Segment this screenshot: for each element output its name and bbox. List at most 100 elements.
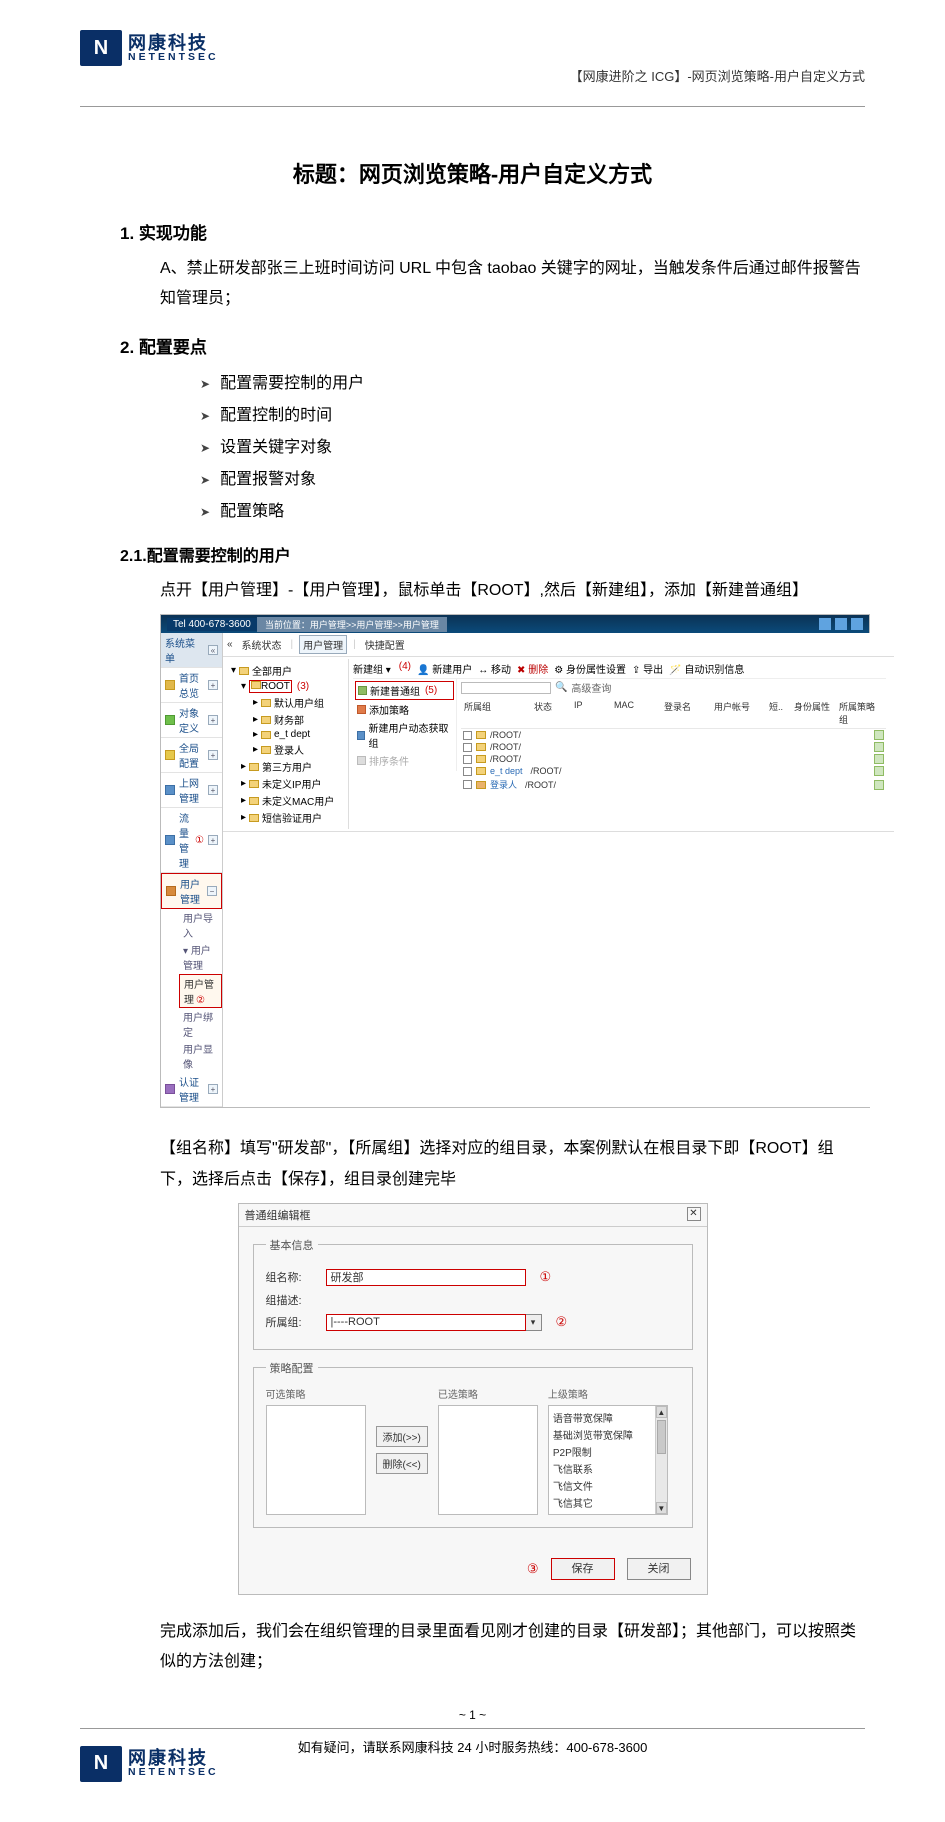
table-row[interactable]: e_t dept/ROOT/ xyxy=(461,765,886,777)
sidebar-sub-import[interactable]: 用户导入 xyxy=(179,909,222,941)
table-row[interactable]: /ROOT/ xyxy=(461,729,886,741)
table-row[interactable]: /ROOT/ xyxy=(461,741,886,753)
list-item[interactable]: FTP审计 xyxy=(553,1511,663,1515)
list-item[interactable]: 飞信其它 xyxy=(553,1494,663,1511)
sidebar-item-internet[interactable]: 上网管理+ xyxy=(161,773,222,808)
sidebar-item-objects[interactable]: 对象定义+ xyxy=(161,703,222,738)
select-parent-group[interactable]: |----ROOT xyxy=(326,1314,526,1331)
help-icon[interactable] xyxy=(835,618,847,630)
home-icon[interactable] xyxy=(819,618,831,630)
sidebar-sub-label: 用户导入 xyxy=(183,914,213,940)
delete-button[interactable]: ✖ 删除 xyxy=(517,661,548,676)
expand-icon[interactable]: + xyxy=(208,835,218,845)
listbox-available[interactable] xyxy=(266,1405,366,1515)
row-checkbox[interactable] xyxy=(463,755,472,764)
edit-icon[interactable] xyxy=(874,766,884,776)
new-normal-group[interactable]: 新建普通组(5) xyxy=(355,681,454,700)
edit-icon[interactable] xyxy=(874,730,884,740)
sec2-pt: 配置需要控制的用户 xyxy=(200,368,865,400)
sidebar-sub-bind[interactable]: 用户绑定 xyxy=(179,1008,222,1040)
remove-button[interactable]: 删除(<<) xyxy=(376,1453,428,1474)
scroll-up-icon[interactable]: ▲ xyxy=(656,1406,667,1418)
search-input[interactable] xyxy=(461,682,551,694)
save-button[interactable]: 保存 xyxy=(551,1558,615,1580)
list-item[interactable]: 语音带宽保障 xyxy=(553,1409,663,1426)
sidebar-header: 系统菜单 « xyxy=(161,633,222,668)
new-dyn-group[interactable]: 新建用户动态获取组 xyxy=(355,719,454,751)
sidebar-sub-usermgmt[interactable]: 用户管理② xyxy=(179,974,222,1008)
advanced-search[interactable]: 高级查询 xyxy=(571,680,611,695)
edit-icon[interactable] xyxy=(874,754,884,764)
tree-node[interactable]: ▸短信验证用户 xyxy=(241,809,344,826)
scroll-thumb[interactable] xyxy=(657,1420,666,1454)
tree-label: 未定义MAC用户 xyxy=(262,793,334,808)
tab-quickcfg[interactable]: 快捷配置 xyxy=(362,636,408,653)
scroll-down-icon[interactable]: ▼ xyxy=(656,1502,667,1514)
sec2-heading: 2. 配置要点 xyxy=(120,333,865,358)
expand-icon[interactable]: + xyxy=(208,715,218,725)
listbox-selected[interactable] xyxy=(438,1405,538,1515)
auth-icon xyxy=(165,1084,175,1094)
sidebar: 系统菜单 « 首页总览+ 对象定义+ 全局配置+ 上网管理+ 流量管理①+ 用户… xyxy=(161,633,223,1107)
list-item[interactable]: 飞信联系 xyxy=(553,1460,663,1477)
sec2-pt: 配置报警对象 xyxy=(200,464,865,496)
list-item[interactable]: 基础浏览带宽保障 xyxy=(553,1426,663,1443)
row-checkbox[interactable] xyxy=(463,743,472,752)
edit-icon[interactable] xyxy=(874,780,884,790)
close-icon[interactable]: ✕ xyxy=(687,1207,701,1221)
chevron-down-icon[interactable]: ▾ xyxy=(526,1314,542,1331)
th: MAC xyxy=(611,698,661,728)
sidebar-sub-usermgmt-parent[interactable]: ▾ 用户管理 xyxy=(179,941,222,973)
sidebar-item-users[interactable]: 用户管理− xyxy=(161,873,222,909)
add-policy[interactable]: 添加策略 xyxy=(355,701,454,718)
expand-icon[interactable]: + xyxy=(208,1084,218,1094)
tree-root[interactable]: ▾ROOT(3) xyxy=(241,679,344,694)
sidebar-item-auth[interactable]: 认证管理+ xyxy=(161,1072,222,1107)
sidebar-item-flow[interactable]: 流量管理①+ xyxy=(161,808,222,873)
move-button[interactable]: ↔ 移动 xyxy=(478,661,511,676)
tree-node[interactable]: ▸登录人 xyxy=(253,741,344,758)
sidebar-item-global[interactable]: 全局配置+ xyxy=(161,738,222,773)
new-user-button[interactable]: 👤 新建用户 xyxy=(417,661,472,676)
auto-detect-button[interactable]: 🪄 自动识别信息 xyxy=(669,661,744,676)
expand-icon[interactable]: + xyxy=(208,750,218,760)
tree-node[interactable]: ▸e_t dept xyxy=(253,728,344,741)
expand-icon[interactable]: + xyxy=(208,680,218,690)
attr-button[interactable]: ⚙ 身份属性设置 xyxy=(554,661,626,676)
tab-usermgmt[interactable]: 用户管理 xyxy=(299,635,347,654)
tree-all[interactable]: ▾全部用户 xyxy=(231,662,344,679)
add-button[interactable]: 添加(>>) xyxy=(376,1426,428,1447)
list-item[interactable]: 飞信文件 xyxy=(553,1477,663,1494)
scrollbar[interactable]: ▲ ▼ xyxy=(655,1406,667,1514)
search-icon[interactable]: 🔍 xyxy=(555,682,567,693)
tree-label: 默认用户组 xyxy=(274,695,324,710)
tree-node[interactable]: ▸未定义MAC用户 xyxy=(241,792,344,809)
marker-1: ① xyxy=(195,835,204,846)
table-row[interactable]: 登录人/ROOT/ xyxy=(461,777,886,792)
tree-node[interactable]: ▸财务部 xyxy=(253,711,344,728)
sidebar-sub-profile[interactable]: 用户显像 xyxy=(179,1040,222,1072)
expand-icon[interactable]: + xyxy=(208,785,218,795)
input-group-name[interactable]: 研发部 xyxy=(326,1269,526,1286)
tree-node[interactable]: ▸未定义IP用户 xyxy=(241,775,344,792)
cell-path: /ROOT/ xyxy=(525,780,595,790)
logo-cn: 网康科技 xyxy=(128,34,219,52)
collapse-icon[interactable]: − xyxy=(207,886,217,896)
row-checkbox[interactable] xyxy=(463,731,472,740)
export-button[interactable]: ⇪ 导出 xyxy=(632,661,663,676)
row-checkbox[interactable] xyxy=(463,767,472,776)
collapse-icon[interactable]: « xyxy=(208,645,218,655)
tabbar-collapse-icon[interactable]: « xyxy=(227,639,233,650)
close-button[interactable]: 关闭 xyxy=(627,1558,691,1580)
close-icon[interactable] xyxy=(851,618,863,630)
listbox-parent-policy[interactable]: 语音带宽保障 基础浏览带宽保障 P2P限制 飞信联系 飞信文件 飞信其它 FTP… xyxy=(548,1405,668,1515)
row-checkbox[interactable] xyxy=(463,780,472,789)
tree-node[interactable]: ▸默认用户组 xyxy=(253,694,344,711)
list-item[interactable]: P2P限制 xyxy=(553,1443,663,1460)
sidebar-item-dashboard[interactable]: 首页总览+ xyxy=(161,668,222,703)
tree-node[interactable]: ▸第三方用户 xyxy=(241,758,344,775)
table-row[interactable]: /ROOT/ xyxy=(461,753,886,765)
new-group-button[interactable]: 新建组 ▾ xyxy=(353,661,391,676)
edit-icon[interactable] xyxy=(874,742,884,752)
tab-sys[interactable]: 系统状态 xyxy=(239,636,285,653)
